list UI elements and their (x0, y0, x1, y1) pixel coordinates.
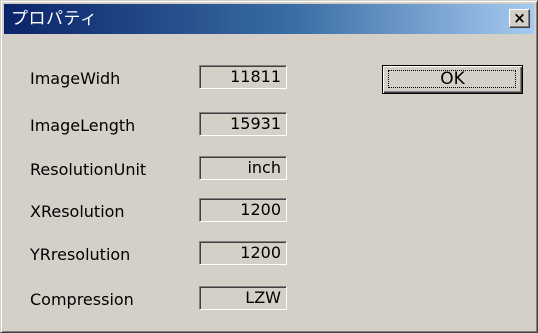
property-value: LZW (245, 288, 281, 307)
property-value: 1200 (240, 200, 281, 219)
property-value: 15931 (230, 114, 281, 133)
property-value-field: inch (199, 156, 287, 180)
ok-button-label: OK (440, 69, 465, 89)
property-label: YRresolution (30, 245, 131, 264)
property-row-x-resolution: XResolution 1200 (1, 198, 538, 226)
property-value: 11811 (230, 67, 281, 86)
property-row-y-resolution: YRresolution 1200 (1, 241, 538, 269)
property-row-resolution-unit: ResolutionUnit inch (1, 156, 538, 184)
property-value-field: 1200 (199, 198, 287, 222)
close-button[interactable]: × (509, 9, 530, 28)
property-value: 1200 (240, 243, 281, 262)
property-value-field: LZW (199, 286, 287, 310)
property-value-field: 11811 (199, 65, 287, 89)
property-row-compression: Compression LZW (1, 286, 538, 314)
property-value: inch (247, 158, 281, 177)
property-label: ImageWidh (30, 69, 121, 88)
property-label: Compression (30, 290, 134, 309)
property-row-image-length: ImageLength 15931 (1, 112, 538, 140)
window-title: プロパティ (11, 9, 98, 29)
title-bar[interactable]: プロパティ × (4, 4, 534, 34)
ok-button[interactable]: OK (382, 65, 523, 94)
property-label: ImageLength (30, 116, 136, 135)
property-value-field: 15931 (199, 112, 287, 136)
close-icon: × (513, 9, 526, 27)
properties-dialog: プロパティ × ImageWidh 11811 ImageLength 1593… (0, 0, 538, 333)
property-label: ResolutionUnit (30, 160, 147, 179)
property-value-field: 1200 (199, 241, 287, 265)
property-label: XResolution (30, 202, 125, 221)
